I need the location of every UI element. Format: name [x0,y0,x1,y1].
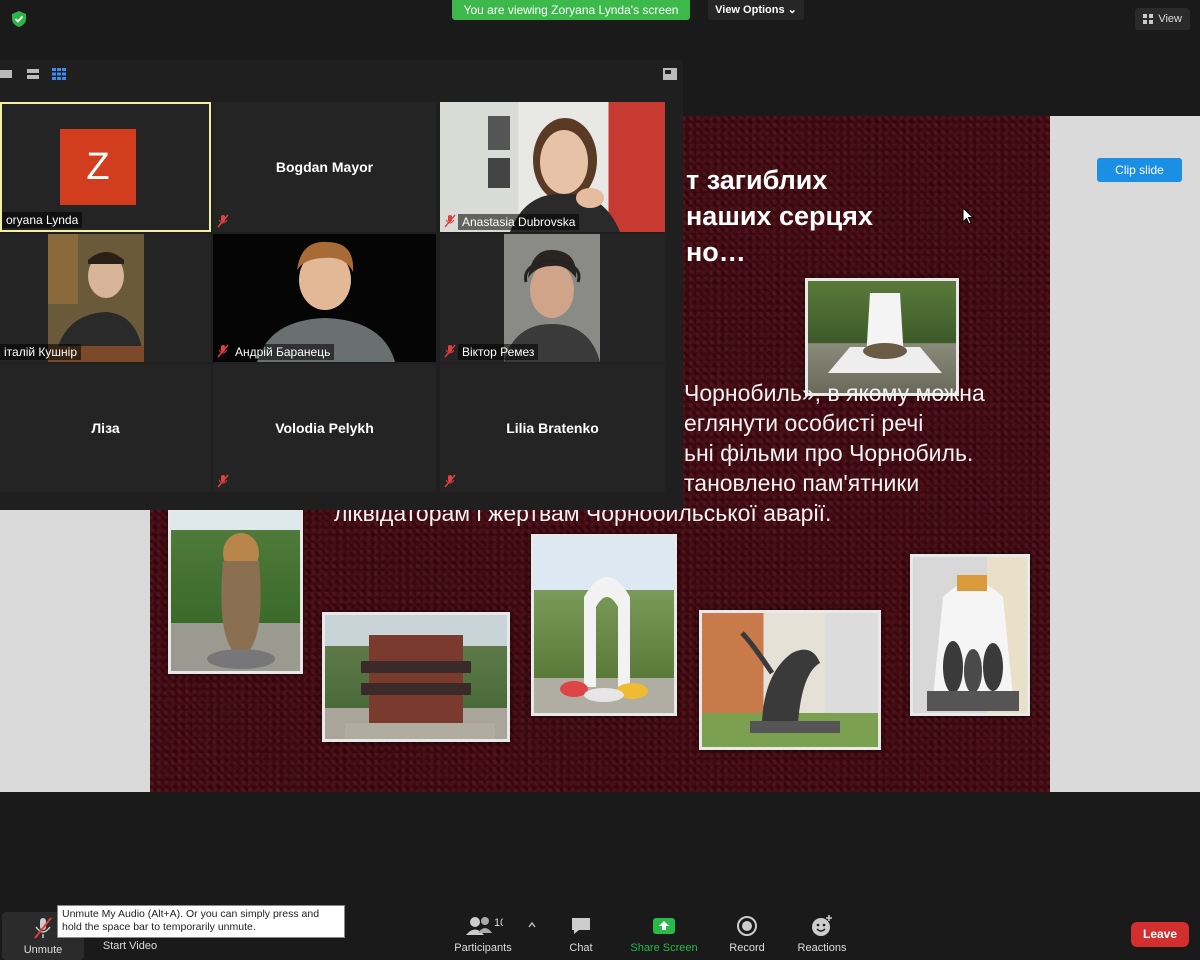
mouse-pointer-icon [962,207,974,225]
encryption-shield-icon[interactable] [10,10,28,28]
participants-count: 10 [494,917,503,929]
unmute-tooltip: Unmute My Audio (Alt+A). Or you can simp… [57,905,345,938]
start-video-label: Start Video [102,940,158,952]
muted-microphone-icon [34,917,52,939]
participant-name: Ліза [91,420,120,436]
muted-mic-icon [217,214,229,228]
share-screen-label: Share Screen [630,942,698,954]
participant-tile[interactable]: Андрій Баранець [213,234,436,362]
strip-view-icon[interactable] [26,68,40,80]
zoom-window: You are viewing Zoryana Lynda's screen V… [0,0,1200,960]
participants-label: Participants [454,942,512,954]
start-video-button[interactable]: Start Video [90,940,170,952]
participant-name: Андрій Баранець [231,344,335,360]
leave-button[interactable]: Leave [1131,922,1189,947]
view-button-label: View [1158,13,1182,25]
muted-mic-icon [217,474,229,488]
speaker-view-icon[interactable] [0,68,14,80]
participants-caret-icon[interactable] [528,922,536,928]
muted-mic-icon [444,214,456,228]
participants-icon: 10 [466,917,503,935]
reactions-label: Reactions [797,942,847,954]
participant-name: Bogdan Mayor [275,159,374,175]
reactions-icon [812,915,832,936]
gallery-view: Z oryana Lynda Bogdan Mayor Anastasia Du… [0,60,683,510]
participant-tile[interactable]: Ліза [0,364,211,492]
participant-tile[interactable]: Bogdan Mayor [213,102,436,232]
memorial-photo-2 [322,612,510,742]
share-screen-button[interactable]: Share Screen [624,914,704,954]
chat-icon [572,918,590,934]
participant-tile[interactable]: Lilia Bratenko [440,364,665,492]
participant-name: Anastasia Dubrovska [458,214,580,230]
participant-name: Віктор Ремез [458,344,539,360]
slide-title: т загиблих наших серцях но… [686,165,873,267]
participant-avatar: Z [60,129,136,205]
memorial-photo-3 [531,534,677,716]
memorial-photo-1 [168,508,303,674]
minimize-gallery-icon[interactable] [663,68,677,80]
reactions-button[interactable]: Reactions [782,914,862,954]
participant-tile[interactable]: Anastasia Dubrovska [440,102,665,232]
chat-button[interactable]: Chat [541,914,621,954]
slide-body-text: Чорнобиль», в якому можна еглянути особи… [684,380,985,496]
memorial-photo-5 [910,554,1030,716]
gallery-toolbar [0,60,683,102]
memorial-photo-4 [699,610,881,750]
participant-video [257,241,395,362]
gallery-grid-icon[interactable] [52,68,66,80]
record-button[interactable]: Record [707,914,787,954]
muted-mic-icon [217,344,229,358]
view-button[interactable]: View [1135,8,1190,30]
record-label: Record [729,942,765,954]
participant-name: Lilia Bratenko [506,420,599,436]
participant-tile[interactable]: Z oryana Lynda [0,102,211,232]
chat-label: Chat [569,942,593,954]
participant-video [48,234,144,362]
participant-video [504,234,600,362]
clip-slide-button[interactable]: Clip slide [1097,158,1182,182]
participant-video [488,116,620,232]
participant-name: oryana Lynda [2,212,83,228]
participants-button[interactable]: 10 Participants [443,914,523,954]
participant-name: італій Кушнір [0,344,81,360]
participant-name: Volodia Pelykh [275,420,374,436]
share-screen-icon [653,918,675,934]
view-options-button[interactable]: View Options ⌄ [708,0,804,20]
unmute-label: Unmute [23,944,63,956]
participant-tile[interactable]: італій Кушнір [0,234,211,362]
grid-view-icon [1143,14,1154,24]
participant-tile[interactable]: Віктор Ремез [440,234,665,362]
record-icon [737,916,757,936]
viewing-screen-banner: You are viewing Zoryana Lynda's screen [452,0,690,20]
muted-mic-icon [444,344,456,358]
muted-mic-icon [444,474,456,488]
participant-tile[interactable]: Volodia Pelykh [213,364,436,492]
